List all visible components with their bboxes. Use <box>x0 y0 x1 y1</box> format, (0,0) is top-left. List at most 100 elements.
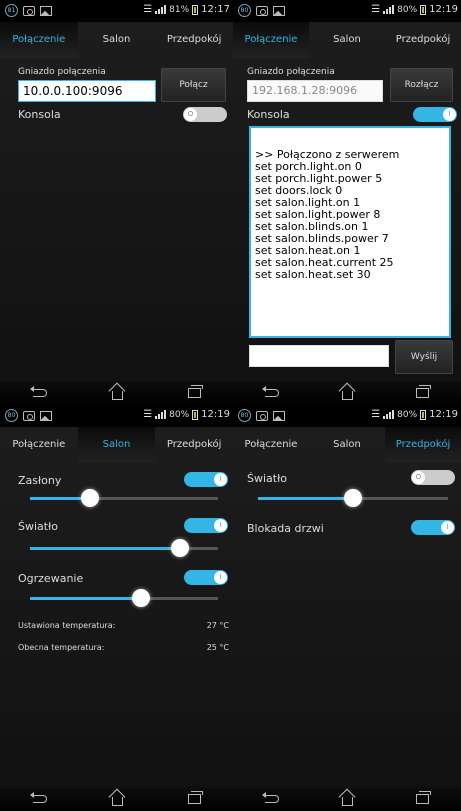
toggle-on-icon: I <box>441 521 454 534</box>
battery-icon <box>192 4 199 15</box>
toggle-on-icon: I <box>214 473 227 486</box>
tab-hallway[interactable]: Przedpokój <box>385 22 461 58</box>
tab-hallway[interactable]: Przedpokój <box>155 22 233 58</box>
signal-icon <box>155 5 167 14</box>
tab-salon[interactable]: Salon <box>77 427 156 463</box>
nav-bar <box>0 787 233 811</box>
status-bar: 80 ☰ 80% 12:19 <box>233 0 461 22</box>
battery-icon <box>192 409 199 420</box>
tab-salon[interactable]: Salon <box>78 22 156 58</box>
tab-bar: Połączenie Salon Przedpokój <box>233 22 461 58</box>
light-label: Światło <box>18 520 58 533</box>
battery-percent: 80% <box>397 409 418 420</box>
camera-icon <box>256 410 268 421</box>
status-bar: 80 ☰ 80% 12:19 <box>233 405 461 427</box>
set-temperature-label: Ustawiona temperatura: <box>18 621 116 630</box>
slider-thumb[interactable] <box>131 589 150 607</box>
back-icon[interactable] <box>261 386 279 397</box>
image-icon <box>40 410 52 421</box>
tab-hallway[interactable]: Przedpokój <box>385 427 461 463</box>
door-lock-label: Blokada drzwi <box>247 522 324 535</box>
heating-toggle[interactable]: I <box>184 570 228 585</box>
clock: 12:19 <box>429 409 458 420</box>
back-icon[interactable] <box>261 792 279 803</box>
console-toggle[interactable]: O <box>183 107 227 122</box>
tab-connection[interactable]: Połączenie <box>233 22 309 58</box>
door-lock-toggle[interactable]: I <box>411 520 455 535</box>
tab-hallway[interactable]: Przedpokój <box>155 427 233 463</box>
blinds-toggle[interactable]: I <box>184 472 228 487</box>
signal-icon <box>383 5 395 14</box>
notification-badge: 80 <box>238 4 251 17</box>
tab-bar: Połączenie Salon Przedpokój <box>233 427 461 463</box>
recent-apps-icon[interactable] <box>416 385 432 398</box>
home-icon[interactable] <box>341 390 353 400</box>
notification-badge: 81 <box>5 4 18 17</box>
battery-percent: 80% <box>169 409 190 420</box>
tab-salon[interactable]: Salon <box>309 427 385 463</box>
command-input[interactable] <box>249 345 389 367</box>
screen-salon: 80 ☰ 80% 12:19 Połączenie Salon Przedpok… <box>0 405 233 811</box>
console-toggle[interactable]: I <box>413 107 457 122</box>
home-icon[interactable] <box>111 390 123 400</box>
toggle-off-icon: O <box>184 108 197 121</box>
battery-icon <box>420 409 427 420</box>
hall-light-slider[interactable] <box>258 488 448 508</box>
console-line: set salon.heat.set 30 <box>255 268 371 281</box>
camera-icon <box>23 5 35 16</box>
toggle-on-icon: I <box>443 108 456 121</box>
wifi-icon: ☰ <box>371 4 381 15</box>
status-bar: 80 ☰ 80% 12:19 <box>0 405 233 427</box>
current-temperature-value: 25 °C <box>206 643 229 652</box>
status-bar: 81 ☰ 81% 12:17 <box>0 0 233 22</box>
console-label: Konsola <box>247 108 290 121</box>
screen-connection-connected: 80 ☰ 80% 12:19 Połączenie Salon Przedpok… <box>233 0 461 405</box>
blinds-slider[interactable] <box>30 488 218 508</box>
recent-apps-icon[interactable] <box>416 791 432 804</box>
connect-button[interactable]: Połącz <box>161 68 226 102</box>
signal-icon <box>155 410 167 419</box>
battery-icon <box>420 4 427 15</box>
notification-badge: 80 <box>238 409 251 422</box>
tab-salon[interactable]: Salon <box>309 22 385 58</box>
console-output: >> Połączono z serwerem set porch.light.… <box>249 126 451 338</box>
address-input[interactable]: 10.0.0.100:9096 <box>18 80 156 102</box>
recent-apps-icon[interactable] <box>187 385 203 398</box>
camera-icon <box>256 5 268 16</box>
home-icon[interactable] <box>341 796 353 806</box>
back-icon[interactable] <box>29 386 47 397</box>
light-toggle[interactable]: I <box>184 518 228 533</box>
hall-light-label: Światło <box>247 472 287 485</box>
toggle-on-icon: I <box>214 519 227 532</box>
clock: 12:19 <box>201 409 230 420</box>
camera-icon <box>23 410 35 421</box>
notification-badge: 80 <box>5 409 18 422</box>
recent-apps-icon[interactable] <box>187 791 203 804</box>
nav-bar <box>233 787 461 811</box>
disconnect-button[interactable]: Rozłącz <box>390 68 453 102</box>
image-icon <box>273 410 285 421</box>
tab-connection[interactable]: Połączenie <box>233 427 309 463</box>
wifi-icon: ☰ <box>143 4 153 15</box>
back-icon[interactable] <box>29 792 47 803</box>
wifi-icon: ☰ <box>371 409 381 420</box>
wifi-icon: ☰ <box>143 409 153 420</box>
slider-thumb[interactable] <box>344 489 362 507</box>
toggle-on-icon: I <box>214 571 227 584</box>
tab-bar: Połączenie Salon Przedpokój <box>0 427 233 463</box>
heating-slider[interactable] <box>30 588 218 608</box>
tab-connection[interactable]: Połączenie <box>0 427 78 463</box>
slider-thumb[interactable] <box>81 489 100 507</box>
slider-thumb[interactable] <box>171 539 190 557</box>
light-slider[interactable] <box>30 538 218 558</box>
tab-connection[interactable]: Połączenie <box>0 22 78 58</box>
current-temperature-label: Obecna temperatura: <box>18 643 105 652</box>
send-button[interactable]: Wyślij <box>395 340 453 374</box>
screen-connection-disconnected: 81 ☰ 81% 12:17 Połączenie Salon Przedpok… <box>0 0 233 405</box>
console-label: Konsola <box>18 108 61 121</box>
blinds-label: Zasłony <box>18 474 62 487</box>
nav-bar <box>0 381 233 405</box>
hall-light-toggle[interactable]: O <box>411 470 455 485</box>
toggle-off-icon: O <box>412 471 425 484</box>
home-icon[interactable] <box>111 796 123 806</box>
